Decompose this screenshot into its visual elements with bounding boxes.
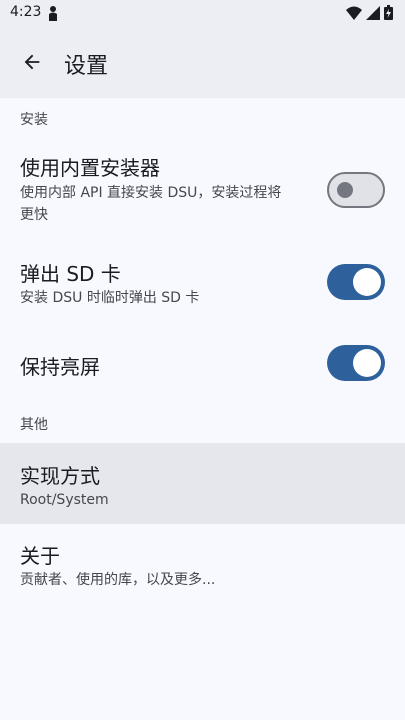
section-header-install: 安装	[20, 112, 48, 128]
app-bar: 设置	[0, 26, 405, 98]
page-title: 设置	[64, 54, 109, 79]
pref-builtin-installer[interactable]: 使用内置安装器 使用内部 API 直接安装 DSU，安装过程将 更快	[0, 136, 405, 236]
back-button[interactable]	[12, 40, 52, 84]
pref-summary: 使用内部 API 直接安装 DSU，安装过程将 更快	[20, 182, 320, 226]
pref-title: 实现方式	[20, 464, 100, 488]
pref-title: 使用内置安装器	[20, 156, 160, 180]
pref-summary: 安装 DSU 时临时弹出 SD 卡	[20, 290, 200, 306]
pref-summary-line: 更快	[20, 207, 48, 223]
switch-thumb	[353, 349, 381, 377]
arrow-back-icon	[24, 54, 40, 70]
section-header-other: 其他	[20, 417, 48, 433]
pref-summary: 贡献者、使用的库，以及更多...	[20, 572, 216, 588]
pref-keep-screen-on[interactable]: 保持亮屏	[0, 330, 405, 396]
pref-summary: Root/System	[20, 492, 109, 508]
signal-icon	[366, 5, 380, 24]
switch-thumb	[337, 182, 353, 198]
status-bar: 4:23	[0, 0, 405, 26]
pref-title: 关于	[20, 544, 60, 568]
keep-screen-on-switch[interactable]	[327, 345, 385, 381]
status-icons	[346, 5, 393, 24]
wifi-icon	[346, 5, 362, 24]
pref-title: 保持亮屏	[20, 355, 100, 379]
switch-thumb	[353, 268, 381, 296]
status-time: 4:23	[10, 4, 42, 20]
pref-implementation[interactable]: 实现方式 Root/System	[0, 443, 405, 524]
battery-icon	[384, 5, 393, 24]
pref-eject-sd[interactable]: 弹出 SD 卡 安装 DSU 时临时弹出 SD 卡	[0, 243, 405, 323]
notification-icon	[48, 5, 58, 25]
pref-about[interactable]: 关于 贡献者、使用的库，以及更多...	[0, 527, 405, 607]
pref-title: 弹出 SD 卡	[20, 262, 121, 286]
builtin-installer-switch[interactable]	[327, 172, 385, 208]
pref-summary-line: 使用内部 API 直接安装 DSU，安装过程将	[20, 185, 282, 201]
eject-sd-switch[interactable]	[327, 264, 385, 300]
